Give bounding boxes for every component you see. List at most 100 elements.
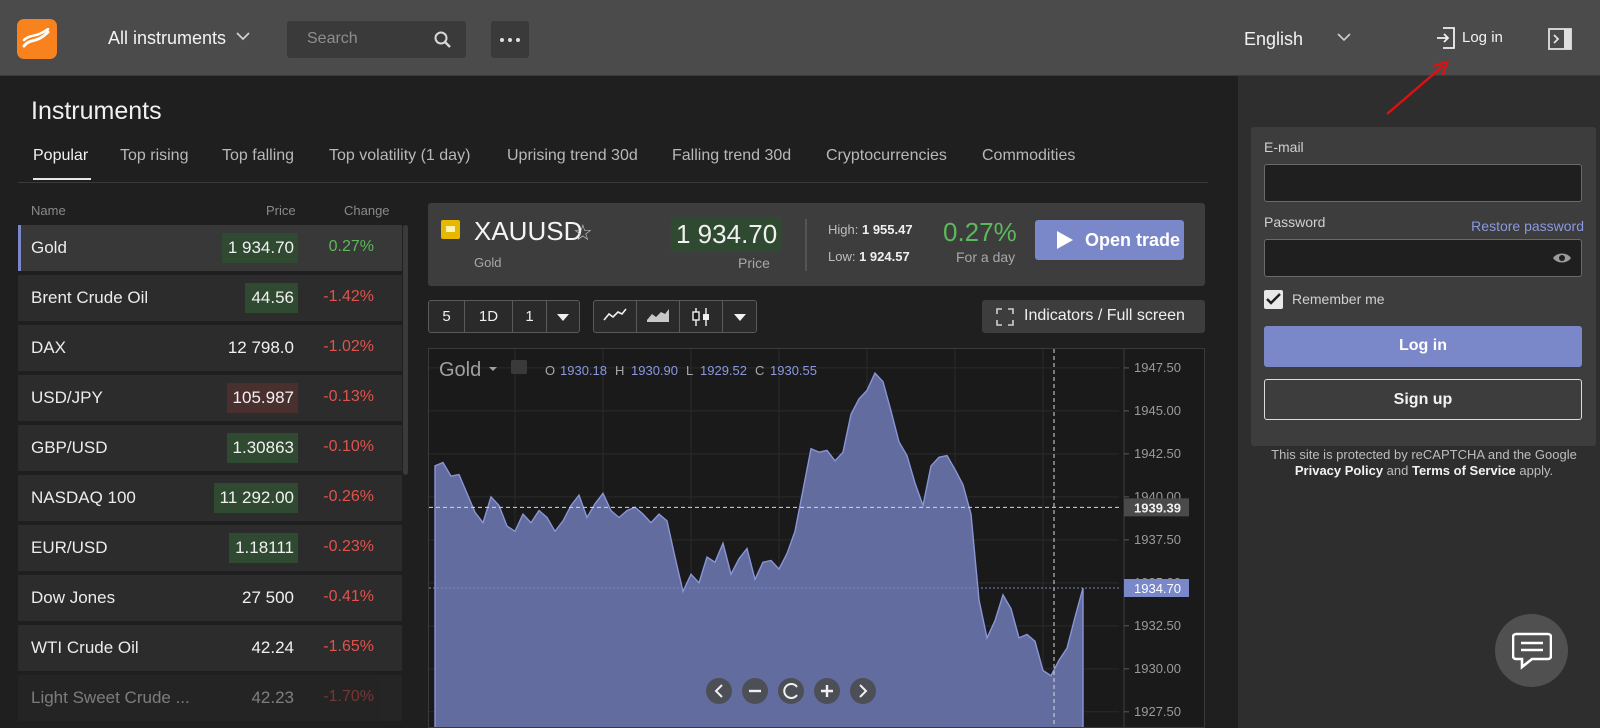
instrument-price: 1.18111	[229, 533, 298, 563]
remember-me-checkbox[interactable]	[1264, 290, 1283, 309]
instrument-change: -0.41%	[323, 588, 374, 605]
instrument-price: 12 798.0	[227, 338, 294, 357]
tab-popular[interactable]: Popular	[33, 147, 88, 165]
page-title: Instruments	[31, 97, 162, 125]
toggle-panel-icon[interactable]	[1548, 28, 1572, 50]
instrument-row[interactable]: Gold 1 934.70 0.27%	[18, 225, 402, 271]
caret-down-icon	[557, 314, 569, 321]
instrument-row[interactable]: USD/JPY 105.987 -0.13%	[18, 375, 402, 421]
indicators-label: Indicators / Full screen	[1024, 307, 1185, 324]
top-bar: All instruments Search English Log in	[0, 0, 1600, 76]
instrument-tabs: Popular Top rising Top falling Top volat…	[18, 143, 1208, 183]
instrument-row[interactable]: Light Sweet Crude ... 42.23 -1.70%	[18, 675, 402, 721]
active-tab-indicator	[33, 178, 91, 180]
settings-icon	[511, 360, 527, 374]
crosshair-price-tag: 1939.39	[1124, 498, 1189, 517]
ohlc-low: 1929.52	[700, 363, 747, 378]
candles-chart-button[interactable]	[680, 301, 723, 332]
instrument-row[interactable]: Dow Jones 27 500 -0.41%	[18, 575, 402, 621]
instrument-price: 11 292.00	[213, 483, 298, 513]
terms-of-service-link[interactable]: Terms of Service	[1412, 463, 1516, 478]
price-chart[interactable]: 1947.501945.001942.501940.001937.501935.…	[428, 348, 1205, 728]
chart-type-selector	[593, 300, 757, 333]
period-button[interactable]: 1D	[465, 301, 513, 332]
instrument-change: -1.70%	[323, 688, 374, 705]
instrument-name: USD/JPY	[31, 388, 103, 407]
y-tick-label: 1947.50	[1134, 360, 1181, 375]
instrument-change: -0.13%	[323, 388, 374, 405]
more-options-button[interactable]	[491, 21, 529, 58]
open-trade-button[interactable]: Open trade	[1035, 220, 1184, 260]
eye-icon[interactable]	[1552, 251, 1572, 265]
instrument-price: 1.30863	[226, 433, 298, 463]
tab-top-falling[interactable]: Top falling	[222, 147, 294, 165]
instrument-change: 0.27%	[328, 238, 374, 255]
column-header-change: Change	[344, 203, 390, 218]
instrument-change: -1.42%	[323, 288, 374, 305]
instrument-price: 1 934.70	[221, 233, 298, 263]
search-input[interactable]: Search	[307, 30, 358, 48]
interval-value[interactable]: 5	[429, 301, 465, 332]
search-box[interactable]: Search	[287, 21, 466, 58]
chevron-down-icon[interactable]	[1337, 33, 1351, 42]
count-button[interactable]: 1	[513, 301, 547, 332]
tab-top-rising[interactable]: Top rising	[120, 147, 188, 165]
ohlc-high-label: H	[615, 363, 624, 378]
reset-button	[778, 678, 804, 704]
gold-bar-icon	[441, 220, 460, 239]
favorite-star-icon[interactable]: ☆	[573, 220, 593, 246]
instrument-name: Gold	[31, 238, 67, 257]
app-logo[interactable]	[17, 19, 57, 59]
tab-commodities[interactable]: Commodities	[982, 147, 1075, 165]
login-icon	[1437, 27, 1455, 49]
range-divider	[805, 219, 807, 271]
all-instruments-dropdown[interactable]: All instruments	[108, 28, 226, 49]
recaptcha-apply: apply.	[1515, 463, 1554, 478]
chat-button[interactable]	[1495, 614, 1568, 687]
search-icon[interactable]	[434, 31, 452, 49]
recaptcha-notice: This site is protected by reCAPTCHA and …	[1263, 447, 1585, 479]
tab-top-volatility[interactable]: Top volatility (1 day)	[329, 147, 470, 165]
check-icon	[1266, 293, 1281, 305]
last-price-tag: 1934.70	[1124, 579, 1189, 598]
chart-canvas[interactable]: 1947.501945.001942.501940.001937.501935.…	[429, 349, 1205, 728]
chevron-down-icon[interactable]	[236, 32, 250, 41]
interval-dropdown[interactable]	[547, 301, 579, 332]
instrument-name: EUR/USD	[31, 538, 108, 557]
quote-price-label: Price	[738, 255, 770, 271]
line-chart-button[interactable]	[594, 301, 637, 332]
instrument-price: 105.987	[226, 383, 298, 413]
email-field[interactable]	[1264, 164, 1582, 202]
list-scrollbar[interactable]	[403, 225, 408, 475]
instrument-change: -0.23%	[323, 538, 374, 555]
language-selector[interactable]: English	[1244, 29, 1303, 50]
instrument-change: -1.65%	[323, 638, 374, 655]
privacy-policy-link[interactable]: Privacy Policy	[1295, 463, 1383, 478]
tab-uprising-trend[interactable]: Uprising trend 30d	[507, 147, 638, 165]
indicators-fullscreen-button[interactable]: Indicators / Full screen	[982, 300, 1205, 333]
quote-subtitle: Gold	[474, 255, 502, 270]
instrument-price: 42.24	[251, 638, 294, 657]
caret-down-icon	[733, 314, 746, 321]
open-trade-label: Open trade	[1085, 230, 1181, 250]
restore-password-link[interactable]: Restore password	[1471, 218, 1584, 234]
signup-button[interactable]: Sign up	[1264, 379, 1582, 420]
instrument-row[interactable]: Brent Crude Oil 44.56 -1.42%	[18, 275, 402, 321]
password-field[interactable]	[1264, 239, 1582, 277]
instrument-price: 27 500	[242, 588, 294, 607]
instrument-row[interactable]: DAX 12 798.0 -1.02%	[18, 325, 402, 371]
instrument-row[interactable]: WTI Crude Oil 42.24 -1.65%	[18, 625, 402, 671]
tab-cryptocurrencies[interactable]: Cryptocurrencies	[826, 147, 947, 165]
instrument-row[interactable]: GBP/USD 1.30863 -0.10%	[18, 425, 402, 471]
chart-type-dropdown[interactable]	[723, 301, 756, 332]
remember-me-label[interactable]: Remember me	[1292, 291, 1385, 307]
instrument-row[interactable]: NASDAQ 100 11 292.00 -0.26%	[18, 475, 402, 521]
instrument-price: 44.56	[245, 283, 298, 313]
tab-falling-trend[interactable]: Falling trend 30d	[672, 147, 791, 165]
instrument-row[interactable]: EUR/USD 1.18111 -0.23%	[18, 525, 402, 571]
y-tick-label: 1945.00	[1134, 403, 1181, 418]
last-price: 1934.70	[1134, 581, 1181, 596]
login-button[interactable]: Log in	[1264, 326, 1582, 367]
chart-title: Gold	[439, 359, 481, 381]
area-chart-button[interactable]	[637, 301, 680, 332]
